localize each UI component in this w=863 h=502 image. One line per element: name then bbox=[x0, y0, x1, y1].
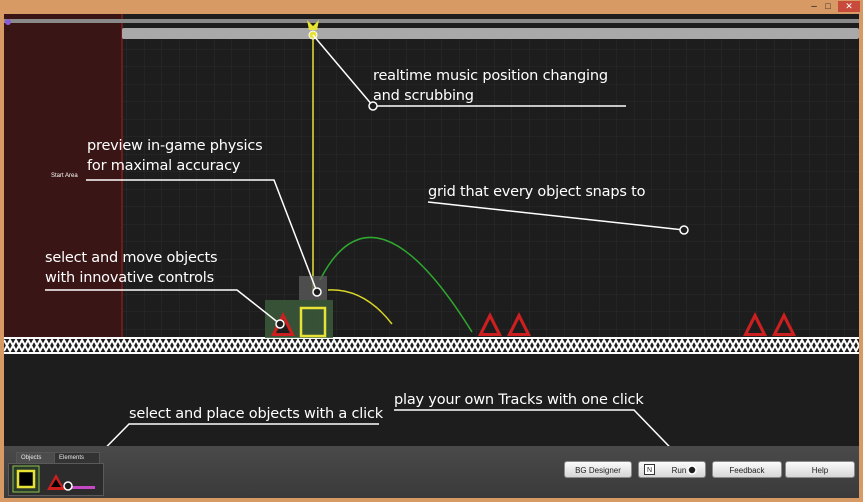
annotation-move-line-2: with innovative controls bbox=[45, 270, 214, 286]
annotation-music-line-2: and scrubbing bbox=[373, 88, 474, 104]
annotation-physics-line-1: preview in-game physics bbox=[87, 138, 263, 154]
start-area-label: Start Area bbox=[51, 173, 78, 179]
palette-pad-icon[interactable] bbox=[71, 486, 95, 489]
feedback-button[interactable]: Feedback bbox=[712, 461, 782, 478]
annotation-play: play your own Tracks with one click bbox=[394, 392, 644, 408]
annotation-move: select and move objects with innovative c… bbox=[45, 248, 218, 288]
run-button[interactable]: N Run bbox=[638, 461, 706, 478]
minimize-button[interactable]: – bbox=[808, 1, 820, 12]
run-icon: N bbox=[644, 464, 655, 475]
timeline-start-marker-icon bbox=[5, 19, 11, 25]
help-button[interactable]: Help bbox=[785, 461, 855, 478]
annotation-music-line-1: realtime music position changing bbox=[373, 68, 608, 84]
annotation-music: realtime music position changing and scru… bbox=[373, 66, 608, 106]
bottom-toolbar: Objects Elements BG Designer N Run Feedb… bbox=[4, 446, 859, 498]
close-button[interactable]: ✕ bbox=[838, 1, 860, 12]
object-palette bbox=[8, 463, 104, 496]
bg-designer-button[interactable]: BG Designer bbox=[564, 461, 632, 478]
annotation-move-line-1: select and move objects bbox=[45, 250, 218, 266]
maximize-button[interactable]: □ bbox=[822, 1, 834, 12]
annotation-place: select and place objects with a click bbox=[129, 406, 383, 422]
music-scrubber[interactable] bbox=[122, 28, 859, 39]
annotation-grid: grid that every object snaps to bbox=[428, 184, 646, 200]
annotation-physics-line-2: for maximal accuracy bbox=[87, 158, 241, 174]
window-frame: – □ ✕ Start Area realtime music position… bbox=[0, 0, 863, 502]
run-label: Run bbox=[671, 466, 687, 475]
annotation-physics: preview in-game physics for maximal accur… bbox=[87, 136, 263, 176]
title-bar: – □ ✕ bbox=[0, 0, 863, 14]
timeline-track[interactable] bbox=[4, 19, 859, 23]
editor-area: Start Area realtime music position chang… bbox=[4, 14, 859, 498]
